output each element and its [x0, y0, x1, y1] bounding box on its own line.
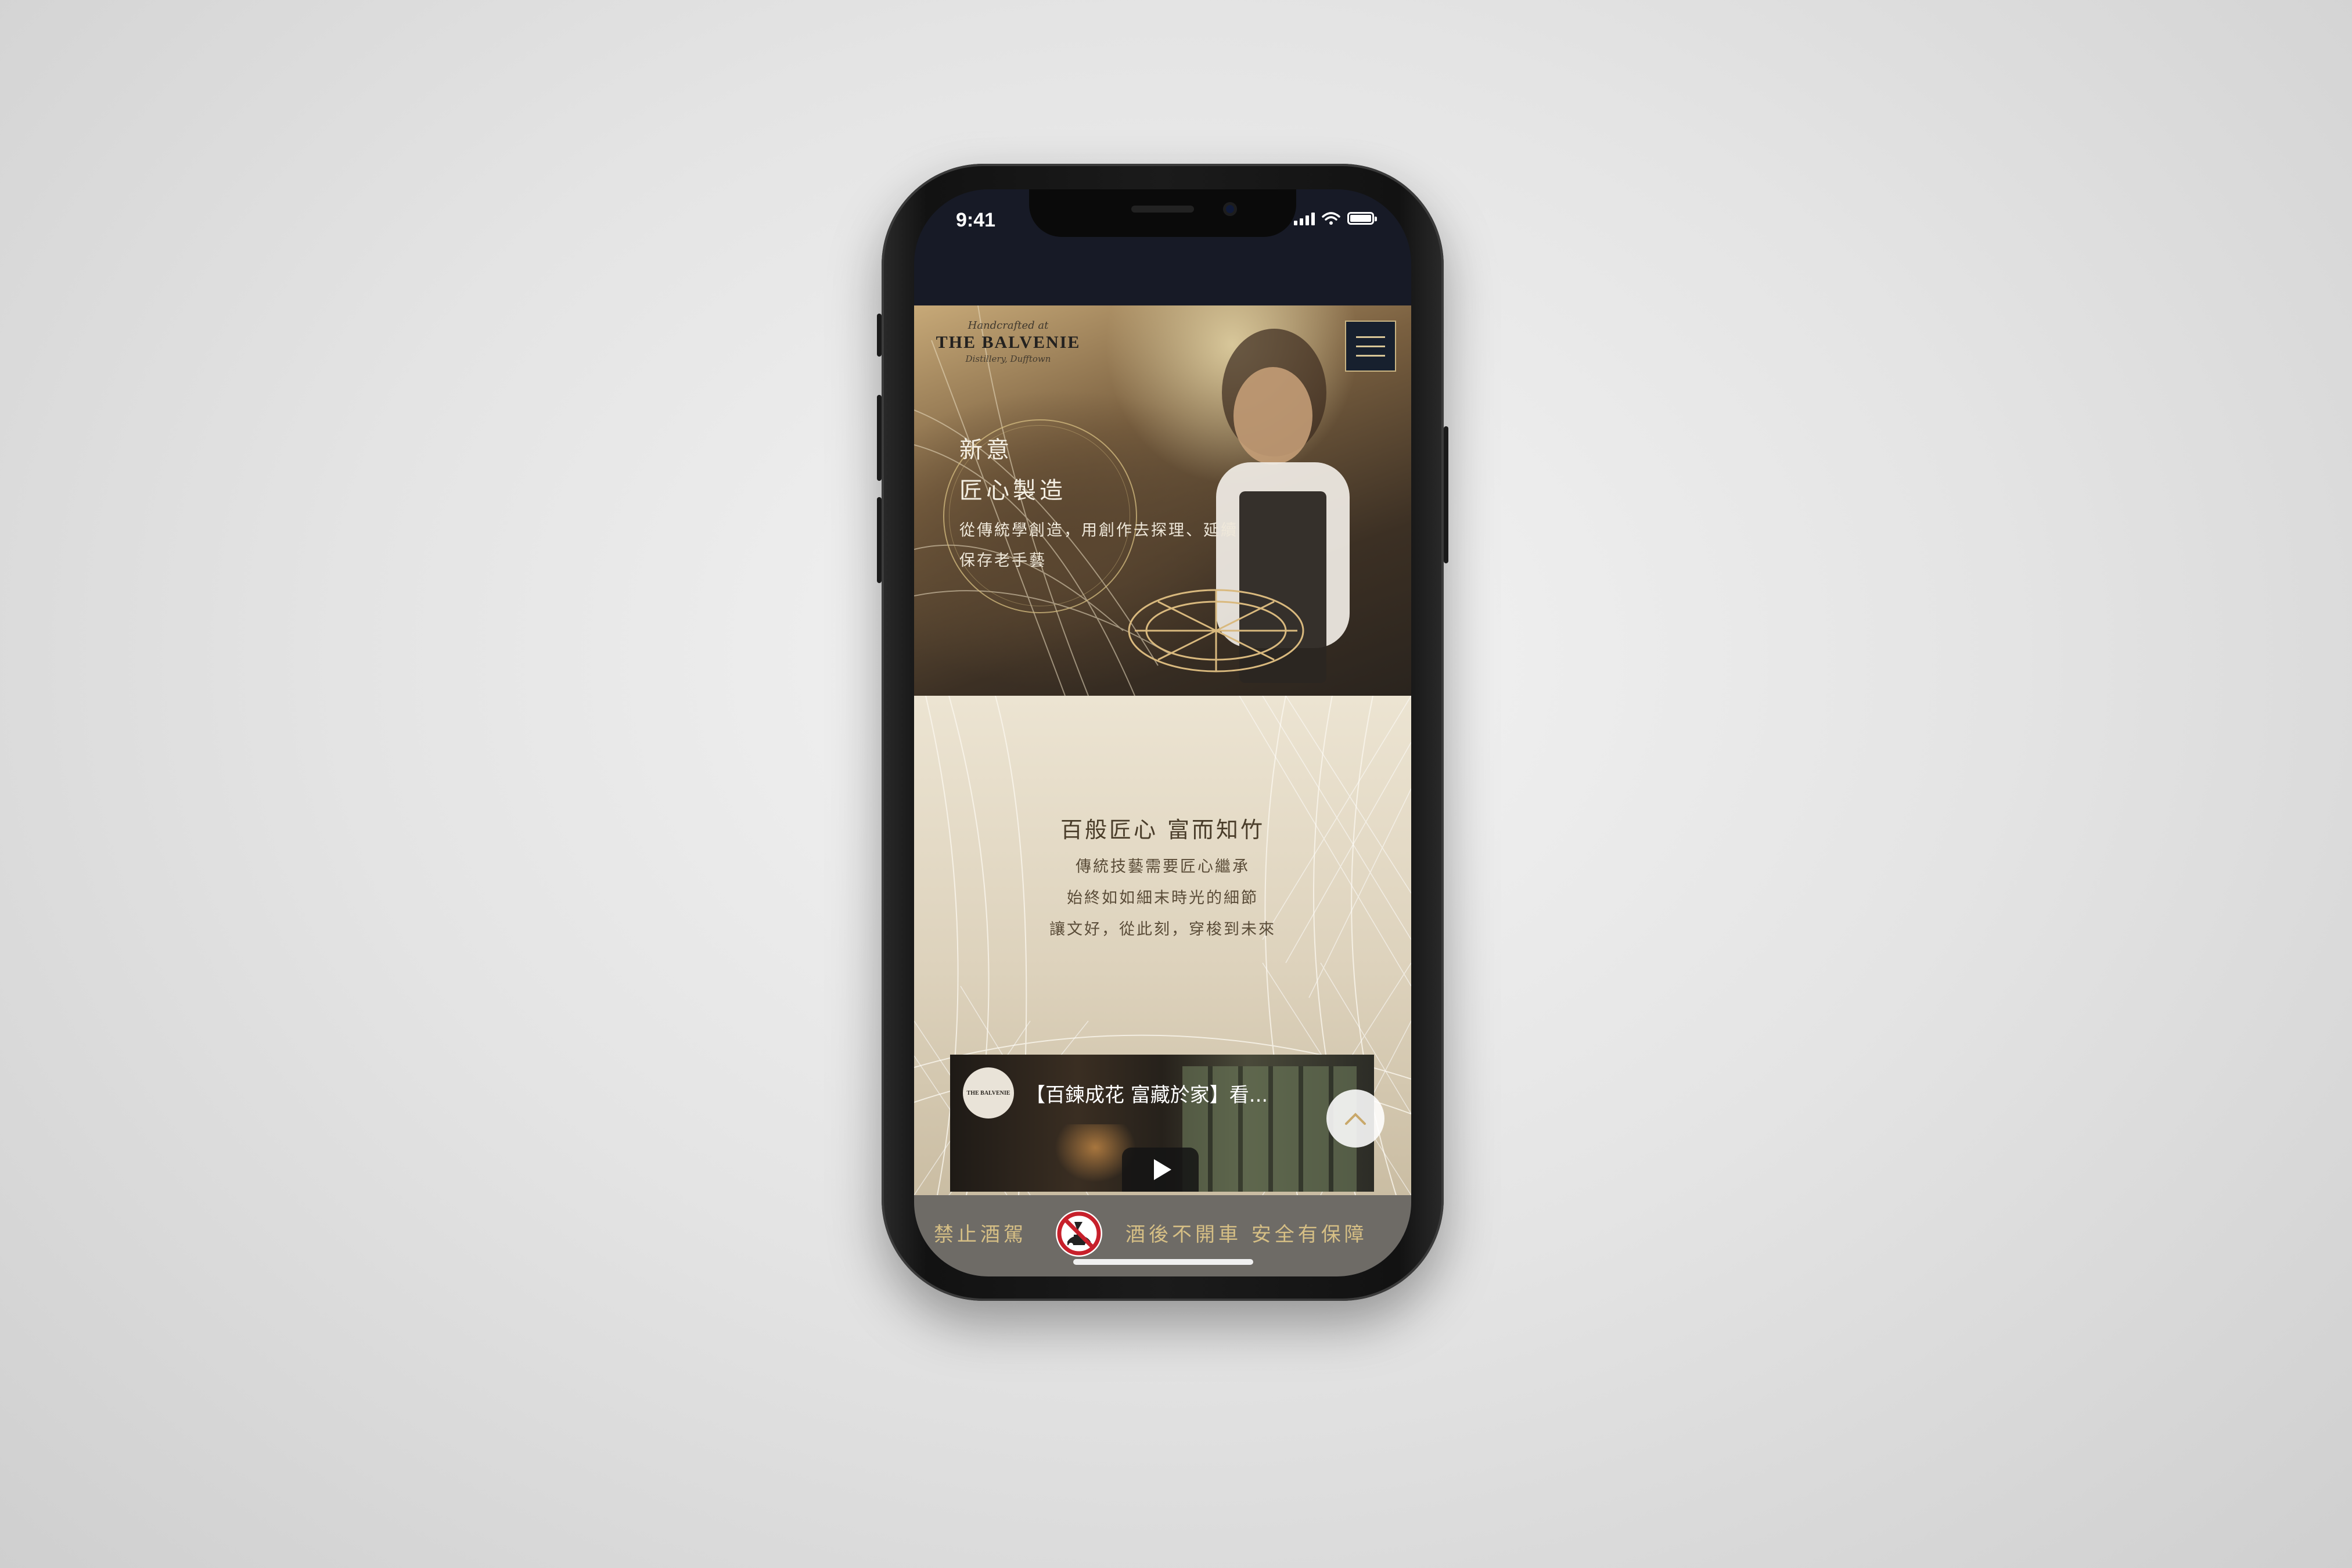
phone-frame: 9:41 Handcrafted at THE BALVENIE Distill… — [877, 164, 1448, 1301]
balvenie-logo[interactable]: Handcrafted at THE BALVENIE Distillery, … — [933, 319, 1084, 371]
menu-line-icon — [1356, 345, 1385, 347]
status-time: 9:41 — [956, 209, 996, 231]
speaker-grille — [1131, 206, 1194, 213]
battery-icon — [1347, 212, 1377, 225]
logo-script-line: Handcrafted at — [968, 319, 1049, 332]
hamburger-menu-button[interactable] — [1345, 321, 1396, 372]
hero-description: 從傳統學創造，用創作去探理、延續 保存老手藝 — [959, 516, 1285, 576]
hero-title-line-2: 匠心製造 — [959, 477, 1066, 504]
logo-sub-line: Distillery, Dufftown — [965, 354, 1051, 364]
craft-line-1: 傳統技藝需要匠心繼承 — [1076, 858, 1250, 876]
craft-line-3: 讓文好，從此刻，穿梭到未來 — [1049, 920, 1276, 938]
hero-desc-line-1: 從傳統學創造，用創作去探理、延續 — [959, 522, 1238, 540]
no-drink-driving-icon — [1056, 1210, 1102, 1257]
volume-up-button — [877, 395, 882, 481]
chevron-up-icon — [1345, 1113, 1366, 1125]
play-button[interactable] — [1122, 1148, 1199, 1192]
signal-icon — [1294, 211, 1315, 225]
wifi-icon — [1322, 212, 1340, 225]
power-button — [1444, 426, 1448, 563]
front-camera — [1223, 202, 1237, 216]
video-title[interactable]: 【百鍊成花 富藏於家】看... — [1026, 1079, 1268, 1107]
home-indicator[interactable] — [1073, 1259, 1253, 1265]
craft-description: 傳統技藝需要匠心繼承 始終如如細末時光的細節 讓文好，從此刻，穿梭到未來 — [914, 851, 1411, 945]
footer-right-text: 酒後不開車 安全有保障 — [1125, 1223, 1368, 1246]
footer-left-text: 禁止酒駕 — [934, 1223, 1027, 1246]
play-icon — [1154, 1159, 1171, 1180]
hero-title: 新意 匠心製造 — [959, 430, 1066, 511]
video-embed[interactable]: THE BALVENIE 【百鍊成花 富藏於家】看... — [950, 1055, 1374, 1192]
mute-switch — [877, 314, 882, 357]
hero-banner: Handcrafted at THE BALVENIE Distillery, … — [914, 305, 1411, 696]
status-icons — [1294, 211, 1377, 225]
menu-line-icon — [1356, 336, 1385, 338]
craft-title: 百般匠心 富而知竹 — [1060, 817, 1265, 843]
hero-title-line-1: 新意 — [959, 437, 1013, 463]
back-to-top-button[interactable] — [1326, 1089, 1384, 1148]
hero-desc-line-2: 保存老手藝 — [959, 552, 1046, 570]
notch — [1029, 189, 1296, 237]
volume-down-button — [877, 497, 882, 583]
logo-brand: THE BALVENIE — [936, 333, 1081, 352]
craft-section: 百般匠心 富而知竹 傳統技藝需要匠心繼承 始終如如細末時光的細節 讓文好，從此刻… — [914, 696, 1411, 1195]
channel-logo[interactable]: THE BALVENIE — [963, 1067, 1014, 1119]
phone-screen: 9:41 Handcrafted at THE BALVENIE Distill… — [914, 189, 1411, 1276]
menu-line-icon — [1356, 354, 1385, 357]
craft-line-2: 始終如如細末時光的細節 — [1067, 889, 1258, 907]
